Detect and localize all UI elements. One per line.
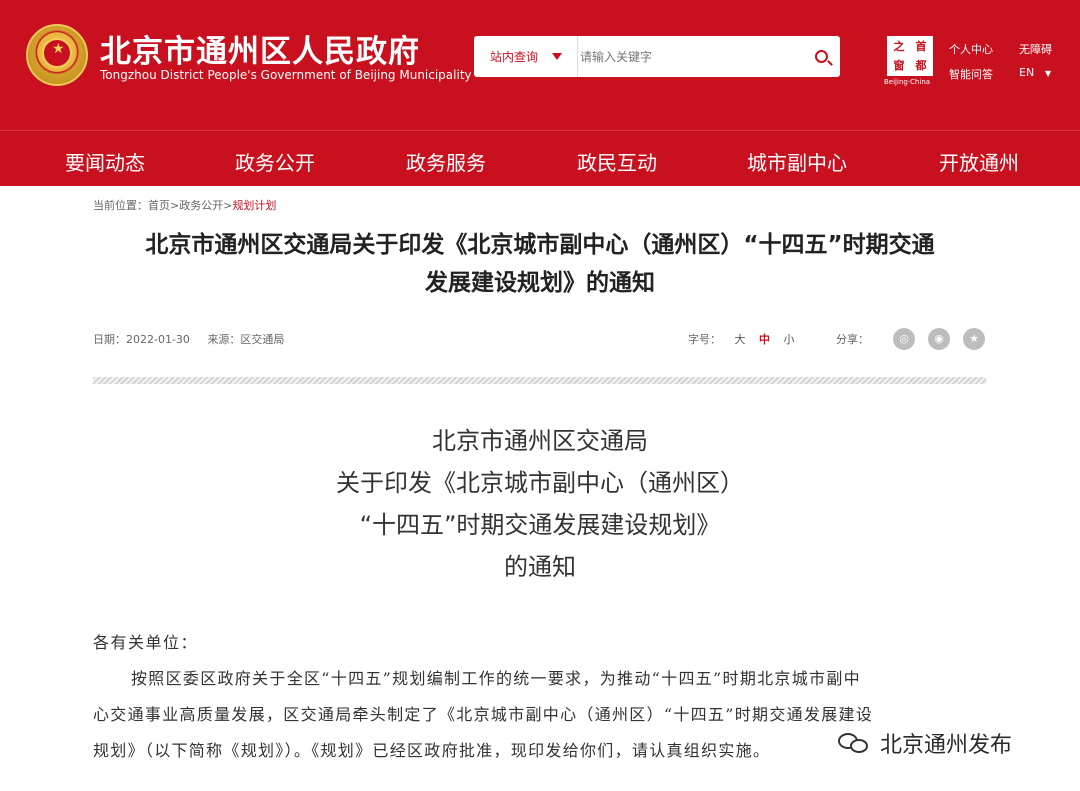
- main-nav: 要闻动态 政务公开 政务服务 政民互动 城市副中心 开放通州: [0, 130, 1080, 186]
- watermark-text: 北京通州发布: [880, 733, 1013, 758]
- wechat-watermark: 北京通州发布: [836, 724, 1012, 762]
- nav-item-open-tongzhou[interactable]: 开放通州: [939, 147, 1019, 176]
- logo-char: 窗: [893, 59, 905, 72]
- article-source: 来源：区交通局: [207, 333, 285, 346]
- wechat-icon[interactable]: ◎: [893, 328, 915, 350]
- font-size-medium[interactable]: 中: [759, 331, 770, 347]
- article-meta: 日期：2022-01-30 来源：区交通局: [93, 331, 284, 347]
- site-subtitle: Tongzhou District People's Government of…: [100, 68, 472, 82]
- breadcrumb-section[interactable]: 政务公开: [179, 199, 223, 212]
- capital-logo-caption: Beijing·China: [884, 78, 931, 86]
- article-title-line: 发展建设规划》的通知: [425, 270, 655, 296]
- doc-heading-line: 北京市通州区交通局: [432, 427, 648, 455]
- article-title: 北京市通州区交通局关于印发《北京城市副中心（通州区）“十四五”时期交通 发展建设…: [90, 226, 990, 302]
- doc-heading-line: 关于印发《北京城市副中心（通州区）: [336, 469, 744, 497]
- nav-item-sub-center[interactable]: 城市副中心: [747, 147, 847, 176]
- breadcrumb-prefix: 当前位置：: [93, 199, 148, 212]
- capital-window-logo[interactable]: 之 首 窗 都: [887, 36, 933, 76]
- nav-item-interaction[interactable]: 政民互动: [577, 147, 657, 176]
- star-icon: ★: [52, 41, 65, 57]
- nav-item-gov-affairs-open[interactable]: 政务公开: [235, 147, 315, 176]
- doc-heading-line: 的通知: [504, 553, 576, 581]
- font-size-large[interactable]: 大: [735, 331, 746, 347]
- search-input[interactable]: [580, 42, 790, 71]
- logo-char: 首: [915, 40, 927, 53]
- doc-paragraph-line: 规划》（以下简称《规划》）。《规划》已经区政府批准，现印发给你们，请认真组织实施…: [93, 741, 771, 760]
- nav-item-gov-services[interactable]: 政务服务: [406, 147, 486, 176]
- logo-char: 之: [893, 40, 905, 53]
- language-switch[interactable]: EN: [1019, 66, 1034, 79]
- weibo-icon[interactable]: ◉: [928, 328, 950, 350]
- share-label: 分享：: [836, 333, 869, 346]
- divider: [93, 377, 986, 384]
- site-title[interactable]: 北京市通州区人民政府: [100, 26, 420, 71]
- accessibility-link[interactable]: 无障碍: [1019, 41, 1052, 57]
- search-scope-select[interactable]: 站内查询: [474, 36, 578, 77]
- emblem-center: ★: [42, 38, 72, 68]
- article-title-line: 北京市通州区交通局关于印发《北京城市副中心（通州区）“十四五”时期交通: [145, 232, 935, 258]
- wechat-icon: [836, 729, 874, 757]
- breadcrumb-current[interactable]: 规划计划: [232, 199, 276, 212]
- font-size-label: 字号：: [688, 333, 721, 346]
- caret-down-icon: [552, 53, 562, 60]
- national-emblem-icon[interactable]: ★: [26, 24, 88, 86]
- nav-item-news[interactable]: 要闻动态: [65, 147, 145, 176]
- favorite-icon[interactable]: ★: [963, 328, 985, 350]
- breadcrumb: 当前位置：首页>政务公开>规划计划: [93, 197, 276, 213]
- font-size-small[interactable]: 小: [784, 331, 795, 347]
- breadcrumb-home[interactable]: 首页: [148, 199, 170, 212]
- bubble-shape: [850, 739, 868, 753]
- breadcrumb-separator: >: [170, 199, 180, 212]
- smart-qa-link[interactable]: 智能问答: [949, 66, 993, 82]
- search-icon[interactable]: [815, 50, 828, 63]
- font-size-control: 字号： 大 中 小: [688, 331, 795, 347]
- logo-char: 都: [915, 59, 927, 72]
- site-header: ★ 北京市通州区人民政府 Tongzhou District People's …: [0, 0, 1080, 130]
- doc-salutation: 各有关单位：: [93, 633, 199, 652]
- doc-paragraph-line: 心交通事业高质量发展，区交通局牵头制定了《北京城市副中心（通州区）“十四五”时期…: [93, 705, 874, 724]
- article-date: 日期：2022-01-30: [93, 333, 190, 346]
- personal-center-link[interactable]: 个人中心: [949, 41, 993, 57]
- doc-paragraph-line: 按照区委区政府关于全区“十四五”规划编制工作的统一要求，为推动“十四五”时期北京…: [131, 669, 861, 688]
- search-scope-label: 站内查询: [490, 50, 539, 64]
- doc-heading-line: “十四五”时期交通发展建设规划》: [359, 511, 721, 539]
- search-box: 站内查询: [474, 36, 840, 77]
- chevron-down-icon: ▼: [1045, 69, 1052, 78]
